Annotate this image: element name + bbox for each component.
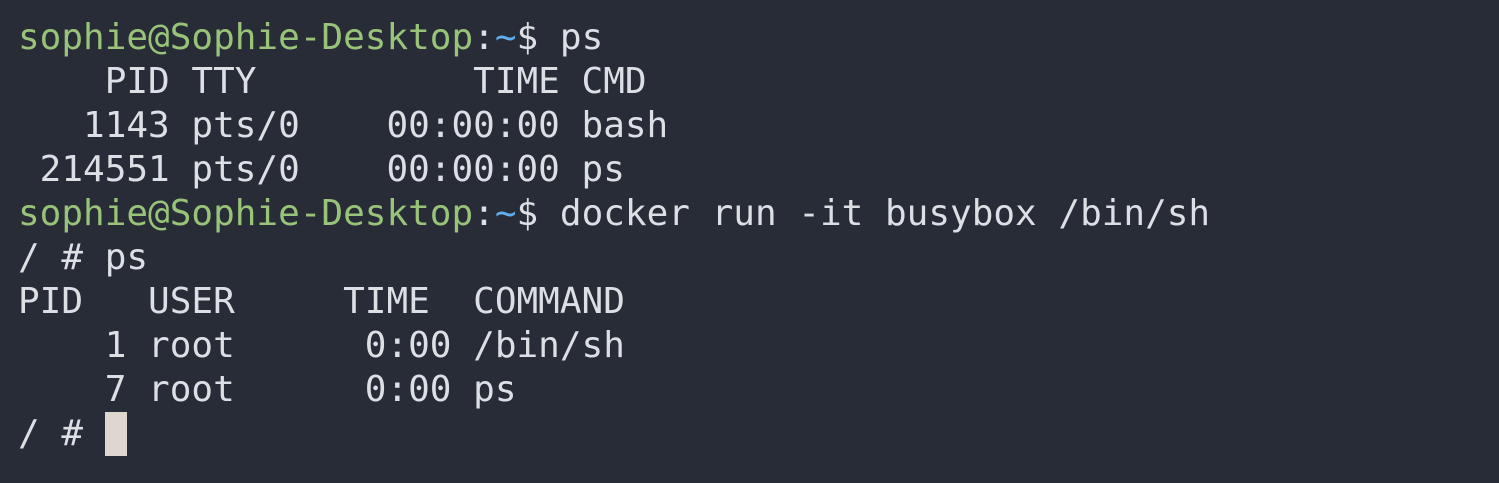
output-line: / # ps xyxy=(18,237,149,278)
command-text: docker run -it busybox /bin/sh xyxy=(559,193,1211,234)
output-line: PID TTY TIME CMD xyxy=(18,61,647,102)
prompt-line: sophie@Sophie-Desktop:~$ docker run -it … xyxy=(18,192,1499,236)
output-line: 1143 pts/0 00:00:00 bash xyxy=(18,105,669,146)
prompt-separator: : xyxy=(473,193,495,234)
prompt-path: ~ xyxy=(494,193,517,234)
output-line: 214551 pts/0 00:00:00 ps xyxy=(18,149,625,190)
output-line: 1 root 0:00 /bin/sh xyxy=(18,325,625,366)
output-line: PID USER TIME COMMAND xyxy=(18,281,625,322)
prompt-user-host: sophie@Sophie-Desktop xyxy=(18,17,474,58)
text-cursor[interactable] xyxy=(104,412,127,456)
prompt-separator: : xyxy=(473,17,495,58)
prompt-symbol: $ xyxy=(516,17,560,58)
prompt-line: sophie@Sophie-Desktop:~$ ps xyxy=(18,16,1499,60)
prompt-symbol: $ xyxy=(516,193,560,234)
prompt-path: ~ xyxy=(494,17,517,58)
prompt-user-host: sophie@Sophie-Desktop xyxy=(18,193,474,234)
output-line: 7 root 0:00 ps xyxy=(18,369,517,410)
command-text: ps xyxy=(559,17,604,58)
terminal-window[interactable]: sophie@Sophie-Desktop:~$ ps PID TTY TIME… xyxy=(0,0,1499,483)
input-line[interactable]: / # xyxy=(18,412,1499,456)
shell-prompt: / # xyxy=(18,413,105,454)
